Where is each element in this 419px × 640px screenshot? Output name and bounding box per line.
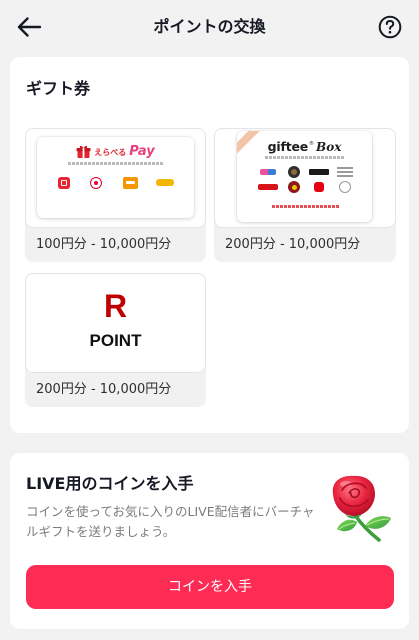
erabel-logo-word: えらべる (94, 148, 127, 157)
registered-mark: ® (309, 141, 315, 147)
giftee-logo-word: giftee (267, 139, 309, 154)
gift-card-r-point[interactable]: R POINT 200円分 - 10,000円分 (25, 273, 206, 407)
tagline-microtext (68, 162, 163, 165)
coin-section-title: LIVE用のコインを入手 (26, 474, 194, 493)
r-point-logo-word: POINT (89, 331, 142, 350)
giftee-logo-box: Box (316, 140, 342, 154)
gift-card-range: 200円分 - 10,000円分 (225, 237, 361, 252)
partner-logo (337, 167, 353, 177)
gift-card-erabel-pay[interactable]: えらべる Pay 100円分 - 10,000円分 (25, 128, 206, 262)
giftee-box-logo: giftee ® Box (237, 139, 372, 155)
gift-card-giftee-box[interactable]: giftee ® Box 200円分 - 10,000円分 (214, 128, 396, 262)
gift-card-image: R POINT (25, 273, 206, 373)
partner-logo (314, 182, 324, 192)
coin-section-description: コインを使ってお気に入りのLIVE配信者にバーチャルギフトを送りましょう。 (26, 504, 315, 539)
help-button[interactable] (377, 14, 403, 40)
gift-card-grid: えらべる Pay 100円分 - 10,000円分 giftee ® Box 2… (25, 128, 396, 407)
payment-logo (58, 177, 70, 189)
tagline-microtext (265, 156, 345, 159)
payment-logo (90, 177, 102, 189)
erabel-pay-card-art: えらべる Pay (37, 137, 194, 218)
payment-logo (156, 179, 174, 186)
gift-section-title: ギフト券 (26, 79, 91, 98)
erabel-pay-logo: えらべる Pay (37, 143, 194, 160)
gift-icon (76, 145, 91, 158)
gift-card-image: giftee ® Box (214, 128, 396, 228)
gift-card-section: ギフト券 えらべる Pay 100円分 - 10,000円分 giftee ® … (10, 57, 409, 433)
back-button[interactable] (12, 12, 46, 42)
partner-logo (258, 184, 278, 190)
giftee-box-card-art: giftee ® Box (237, 131, 372, 222)
erabel-logo-pay: Pay (129, 144, 155, 159)
header: ポイントの交換 (0, 0, 419, 54)
promo-microtext (272, 205, 340, 208)
question-circle-icon (378, 15, 402, 39)
partner-logo (260, 169, 276, 175)
gift-card-range: 100円分 - 10,000円分 (36, 237, 172, 252)
partner-logo (288, 181, 300, 193)
gift-card-image: えらべる Pay (25, 128, 206, 228)
partner-logo (288, 166, 300, 178)
page-title: ポイントの交換 (153, 17, 266, 36)
payment-logo (123, 177, 138, 189)
rose-icon (327, 472, 393, 542)
r-point-logo-mark: R (103, 288, 128, 324)
get-coins-button[interactable]: コインを入手 (26, 565, 394, 609)
arrow-left-icon (17, 17, 42, 37)
gift-card-range: 200円分 - 10,000円分 (36, 382, 172, 397)
partner-logo (309, 169, 329, 175)
partner-logo (339, 181, 351, 193)
coin-section: LIVE用のコインを入手 コインを使ってお気に入りのLIVE配信者にバーチャルギ… (10, 453, 409, 629)
